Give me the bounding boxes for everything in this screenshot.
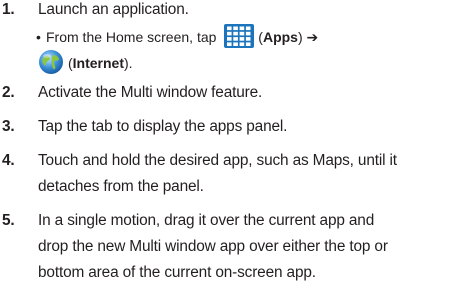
step-text-line-1: Touch and hold the desired app, such as … xyxy=(38,152,397,169)
apps-grid-icon xyxy=(224,24,255,48)
step-2: 2. Activate the Multi window feature. xyxy=(0,80,470,106)
bullet: • xyxy=(36,29,41,45)
internet-label: Internet xyxy=(72,55,125,71)
step-3: 3. Tap the tab to display the apps panel… xyxy=(0,114,470,140)
arrow-icon: ➔ xyxy=(306,29,319,45)
step-text-line-1: In a single motion, drag it over the cur… xyxy=(38,212,375,229)
apps-paren-close: ) xyxy=(297,29,303,45)
step-text: Activate the Multi window feature. xyxy=(38,84,263,101)
step-5: 5. In a single motion, drag it over the … xyxy=(0,208,470,286)
step-number: 4. xyxy=(2,152,15,169)
step-text-line-2: detaches from the panel. xyxy=(38,178,204,195)
internet-globe-icon xyxy=(39,50,63,74)
step-4: 4. Touch and hold the desired app, such … xyxy=(0,148,470,200)
substep-internet-line: (Internet). xyxy=(0,48,470,78)
internet-paren-close: ). xyxy=(124,55,133,71)
step-text-line-2: drop the new Multi window app over eithe… xyxy=(38,238,388,255)
instruction-steps: 1. Launch an application. • From the Hom… xyxy=(0,0,470,281)
substep-prefix: From the Home screen, tap xyxy=(46,29,217,45)
step-text: Launch an application. xyxy=(38,1,189,18)
step-number: 1. xyxy=(2,1,15,18)
substep-home-screen: • From the Home screen, tap (Apps) ➔ xyxy=(0,24,470,50)
step-text: Tap the tab to display the apps panel. xyxy=(38,118,288,135)
step-1: 1. Launch an application. xyxy=(0,0,470,23)
step-number: 2. xyxy=(2,84,15,101)
step-number: 3. xyxy=(2,118,15,135)
step-text-line-3: bottom area of the current on-screen app… xyxy=(38,264,316,281)
apps-label: Apps xyxy=(262,29,298,45)
step-number: 5. xyxy=(2,212,15,229)
